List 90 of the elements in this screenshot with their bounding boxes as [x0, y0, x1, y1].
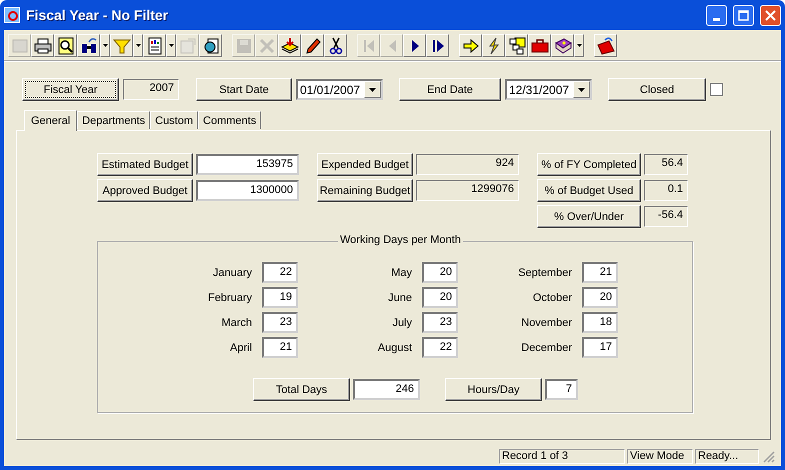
caret-icon — [369, 88, 376, 92]
close-button[interactable] — [760, 4, 781, 26]
filter-icon[interactable] — [110, 34, 133, 57]
input-field[interactable]: 21 — [262, 337, 298, 358]
status-text: Record 1 of 3 — [499, 448, 625, 464]
month-label: February — [206, 292, 252, 304]
close-icon — [765, 10, 776, 20]
input-field[interactable]: 18 — [582, 312, 618, 333]
date-dropdown[interactable]: 12/31/2007 — [505, 79, 592, 100]
exit-icon[interactable] — [594, 34, 617, 57]
month-label: March — [220, 316, 252, 328]
toolbox-icon[interactable] — [528, 34, 551, 57]
copy-icon[interactable] — [199, 34, 222, 57]
caret-icon — [578, 88, 585, 92]
month-label: June — [387, 292, 412, 304]
total-days-button[interactable]: Total Days — [253, 378, 350, 401]
next-icon[interactable] — [403, 34, 426, 57]
binoculars-icon[interactable] — [77, 34, 100, 57]
input-field[interactable]: 19 — [262, 287, 298, 308]
month-label: November — [520, 316, 572, 328]
preview-icon[interactable] — [54, 34, 77, 57]
value-display: -56.4 — [644, 206, 688, 227]
month-label: September — [517, 266, 572, 278]
app-icon — [4, 7, 20, 23]
value-display: 1299076 — [416, 180, 519, 201]
minimize-icon — [713, 18, 720, 20]
input-field[interactable]: 23 — [422, 312, 458, 333]
start-date-button[interactable]: Start Date — [196, 78, 292, 101]
fiscal-year-button[interactable]: Fiscal Year — [22, 78, 119, 101]
group-title: Working Days per Month — [338, 234, 463, 246]
resize-grip[interactable] — [761, 449, 775, 463]
field-label-button[interactable]: Approved Budget — [97, 179, 193, 202]
month-label: July — [391, 316, 412, 328]
pencil-icon[interactable] — [301, 34, 324, 57]
value-display: 2007 — [123, 79, 179, 100]
tree-icon[interactable] — [505, 34, 528, 57]
value-display: 924 — [416, 154, 519, 175]
value-display: 56.4 — [644, 154, 688, 175]
input-field[interactable]: 20 — [422, 287, 458, 308]
tab[interactable]: Custom — [150, 111, 198, 129]
maximize-icon — [738, 10, 749, 20]
report-icon[interactable] — [143, 34, 166, 57]
tab[interactable]: Departments — [77, 111, 150, 129]
last-icon[interactable] — [426, 34, 449, 57]
value-display: 0.1 — [644, 180, 688, 201]
date-dropdown[interactable]: 01/01/2007 — [296, 79, 383, 100]
hours-per-day-button[interactable]: Hours/Day — [445, 378, 542, 401]
field-label-button[interactable]: Estimated Budget — [97, 153, 193, 176]
closed-button[interactable]: Closed — [608, 78, 706, 101]
caret-icon — [168, 44, 174, 47]
stack-icon[interactable] — [278, 34, 301, 57]
field-label-button[interactable]: % Over/Under — [537, 205, 641, 228]
input-field[interactable]: 20 — [422, 262, 458, 283]
maximize-button[interactable] — [733, 4, 754, 26]
month-label: April — [228, 342, 252, 354]
input-field[interactable]: 246 — [353, 379, 420, 400]
end-date-button[interactable]: End Date — [399, 78, 501, 101]
lightning-icon[interactable] — [482, 34, 505, 57]
input-field[interactable]: 22 — [422, 337, 458, 358]
caret-icon — [102, 44, 108, 47]
window-title: Fiscal Year - No Filter — [26, 7, 170, 23]
month-label: October — [532, 292, 572, 304]
input-field[interactable]: 23 — [262, 312, 298, 333]
tab[interactable]: Comments — [198, 111, 262, 129]
scissors-icon[interactable] — [324, 34, 347, 57]
input-field[interactable]: 22 — [262, 262, 298, 283]
field-label-button[interactable]: % of FY Completed — [537, 153, 641, 176]
input-field[interactable]: 153975 — [196, 154, 299, 175]
minimize-button[interactable] — [706, 4, 727, 26]
status-text: Ready... — [695, 448, 759, 464]
checkbox[interactable] — [710, 83, 723, 96]
input-field[interactable]: 1300000 — [196, 180, 299, 201]
input-field[interactable]: 17 — [582, 337, 618, 358]
field-label-button[interactable]: Remaining Budget — [317, 179, 413, 202]
month-label: December — [520, 342, 572, 354]
tab[interactable]: General — [24, 110, 78, 131]
field-label-button[interactable]: % of Budget Used — [537, 179, 641, 202]
goto-icon[interactable] — [459, 34, 482, 57]
input-field[interactable]: 20 — [582, 287, 618, 308]
status-text: View Mode — [627, 448, 693, 464]
month-label: May — [390, 266, 412, 278]
input-field[interactable]: 21 — [582, 262, 618, 283]
month-label: January — [212, 266, 252, 278]
book-icon[interactable] — [551, 34, 574, 57]
input-field[interactable]: 7 — [545, 379, 578, 400]
caret-icon — [136, 44, 140, 47]
print-icon[interactable] — [31, 34, 54, 57]
month-label: August — [376, 342, 412, 354]
field-label-button[interactable]: Expended Budget — [317, 153, 413, 176]
caret-icon — [576, 44, 582, 47]
